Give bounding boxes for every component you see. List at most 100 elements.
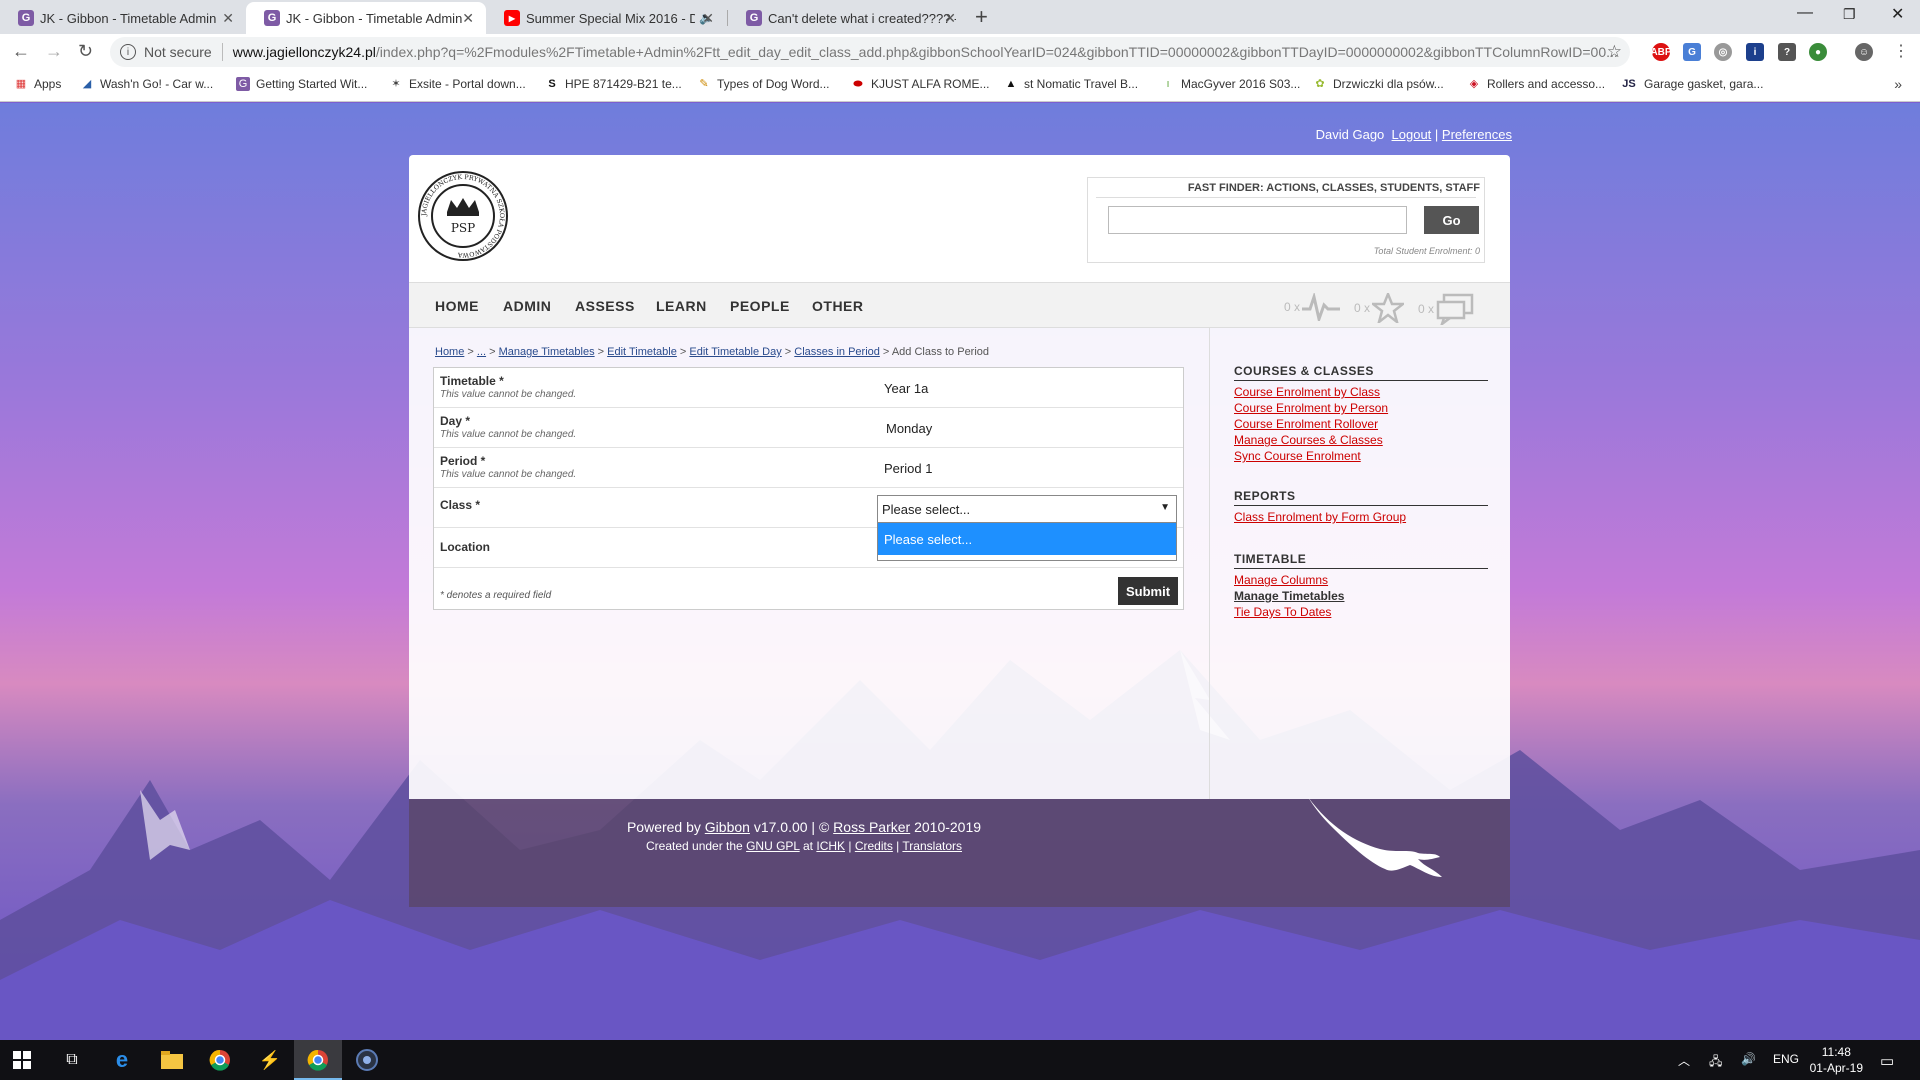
bookmark-item[interactable]: G Getting Started Wit... <box>236 77 367 91</box>
bookmarks-overflow-icon[interactable]: » <box>1894 76 1902 92</box>
school-logo[interactable]: JAGIELLONCZYK PRYWATNA SZKOŁA PODSTAWOWA… <box>417 170 509 262</box>
back-icon[interactable]: ← <box>12 41 30 62</box>
logout-link[interactable]: Logout <box>1392 127 1432 142</box>
translators-link[interactable]: Translators <box>902 839 962 853</box>
address-bar[interactable]: i Not secure www.jagiellonczyk24.pl /ind… <box>110 37 1630 67</box>
breadcrumb-edit-timetable-day[interactable]: Edit Timetable Day <box>689 346 781 358</box>
translate-icon[interactable]: G <box>1683 43 1701 61</box>
avatar[interactable]: ☺ <box>1855 43 1873 61</box>
alarm-notification[interactable]: 0 x <box>1284 293 1341 321</box>
chevron-up-icon[interactable]: ︿ <box>1678 1052 1690 1069</box>
minimize-icon[interactable]: — <box>1797 4 1813 22</box>
bookmark-item[interactable]: ✎ Types of Dog Word... <box>697 77 829 91</box>
diamond-icon: ◈ <box>1469 78 1479 90</box>
browser-tab-1[interactable]: G JK - Gibbon - Timetable Admin ✕ <box>0 2 246 34</box>
bookmark-item[interactable]: ◈ Rollers and accesso... <box>1467 77 1605 91</box>
camera-app-icon[interactable] <box>355 1048 379 1072</box>
breadcrumb-home[interactable]: Home <box>435 346 464 358</box>
info-icon[interactable]: i <box>120 44 136 60</box>
chrome-icon[interactable] <box>208 1048 232 1072</box>
volume-icon[interactable]: 🔊 <box>1741 1052 1756 1066</box>
bookmark-item[interactable]: ⬬ KJUST ALFA ROME... <box>851 77 989 91</box>
menu-people[interactable]: PEOPLE <box>730 298 790 314</box>
sidebar-link-sync-course-enrolment[interactable]: Sync Course Enrolment <box>1234 448 1488 464</box>
total-enrolment: Total Student Enrolment: 0 <box>1373 246 1480 256</box>
language-indicator[interactable]: ENG <box>1773 1052 1799 1066</box>
messages-notification[interactable]: 0 x <box>1418 293 1474 325</box>
bookmark-item[interactable]: ▦ Apps <box>14 77 62 91</box>
new-tab-icon[interactable]: + <box>975 4 988 30</box>
edge-icon[interactable]: e <box>110 1047 134 1072</box>
gibbon-link[interactable]: Gibbon <box>705 819 750 835</box>
globe-icon[interactable]: ● <box>1809 43 1827 61</box>
close-icon[interactable]: ✕ <box>462 10 474 27</box>
info-extension-icon[interactable]: i <box>1746 43 1764 61</box>
ichk-link[interactable]: ICHK <box>816 839 845 853</box>
bookmark-item[interactable]: ▲ st Nomatic Travel B... <box>1004 77 1138 91</box>
menu-learn[interactable]: LEARN <box>656 298 707 314</box>
bookmark-item[interactable]: ◢ Wash'n Go! - Car w... <box>80 77 213 91</box>
notification-center-icon[interactable]: ▭ <box>1880 1052 1894 1070</box>
period-desc: This value cannot be changed. <box>440 469 577 480</box>
bookmark-star-icon[interactable]: ☆ <box>1607 42 1622 62</box>
likes-notification[interactable]: 0 x <box>1354 293 1405 323</box>
bookmark-item[interactable]: S HPE 871429-B21 te... <box>545 77 681 91</box>
submit-button[interactable]: Submit <box>1118 577 1178 605</box>
close-icon[interactable]: ✕ <box>222 10 234 27</box>
sidebar-link-manage-columns[interactable]: Manage Columns <box>1234 572 1488 588</box>
app-icon[interactable]: ⚡ <box>258 1048 282 1072</box>
author-link[interactable]: Ross Parker <box>833 819 910 835</box>
sidebar-link-course-enrolment-by-class[interactable]: Course Enrolment by Class <box>1234 384 1488 400</box>
gibbon-favicon-icon: G <box>746 10 762 26</box>
sidebar-section-courses: COURSES & CLASSES Course Enrolment by Cl… <box>1234 364 1488 464</box>
breadcrumb-edit-timetable[interactable]: Edit Timetable <box>607 346 677 358</box>
sidebar-link-manage-courses-classes[interactable]: Manage Courses & Classes <box>1234 432 1488 448</box>
preferences-link[interactable]: Preferences <box>1442 127 1512 142</box>
class-select[interactable]: Please select... ▼ <box>877 495 1177 523</box>
reload-icon[interactable]: ↻ <box>78 41 93 62</box>
windows-start-icon[interactable] <box>10 1048 34 1072</box>
browser-tab-4[interactable]: G Can't delete what i created???? - ✕ <box>728 2 968 34</box>
sidebar-link-manage-timetables[interactable]: Manage Timetables <box>1234 588 1488 604</box>
sidebar-link-course-enrolment-by-person[interactable]: Course Enrolment by Person <box>1234 400 1488 416</box>
youtube-favicon-icon: ▶ <box>504 10 520 26</box>
bookmark-item[interactable]: ✶ Exsite - Portal down... <box>389 77 525 91</box>
menu-other[interactable]: OTHER <box>812 298 864 314</box>
sidebar-link-tie-days-to-dates[interactable]: Tie Days To Dates <box>1234 604 1488 620</box>
menu-assess[interactable]: ASSESS <box>575 298 635 314</box>
breadcrumb-ellipsis[interactable]: ... <box>477 346 486 358</box>
browser-tab-2[interactable]: G JK - Gibbon - Timetable Admin ✕ <box>246 2 486 34</box>
sidebar-link-course-enrolment-rollover[interactable]: Course Enrolment Rollover <box>1234 416 1488 432</box>
browser-tab-3[interactable]: ▶ Summer Special Mix 2016 - D 🔈 ✕ <box>486 2 726 34</box>
bookmark-item[interactable]: JS Garage gasket, gara... <box>1620 77 1763 91</box>
go-button[interactable]: Go <box>1424 206 1479 234</box>
close-icon[interactable]: ✕ <box>944 10 956 27</box>
fast-finder: FAST FINDER: ACTIONS, CLASSES, STUDENTS,… <box>1087 177 1485 263</box>
file-explorer-icon[interactable] <box>160 1048 184 1072</box>
browser-toolbar: ← → ↻ i Not secure www.jagiellonczyk24.p… <box>0 34 1920 70</box>
timetable-desc: This value cannot be changed. <box>440 389 577 400</box>
forward-icon[interactable]: → <box>45 41 63 62</box>
menu-dots-icon[interactable]: ⋮ <box>1893 41 1909 61</box>
bookmark-item[interactable]: ı MacGyver 2016 S03... <box>1161 77 1300 91</box>
task-view-icon[interactable]: ⧉ <box>60 1048 84 1072</box>
credits-link[interactable]: Credits <box>855 839 893 853</box>
gpl-link[interactable]: GNU GPL <box>746 839 800 853</box>
network-icon[interactable]: 🖧 <box>1709 1052 1722 1073</box>
breadcrumb-classes-in-period[interactable]: Classes in Period <box>794 346 880 358</box>
breadcrumb-manage-timetables[interactable]: Manage Timetables <box>499 346 595 358</box>
close-window-icon[interactable]: ✕ <box>1891 4 1904 24</box>
help-icon[interactable]: ? <box>1778 43 1796 61</box>
restore-icon[interactable]: ❐ <box>1843 6 1856 23</box>
extension-icon[interactable]: ◎ <box>1714 43 1732 61</box>
adblock-icon[interactable]: ABP <box>1650 43 1672 61</box>
bookmark-item[interactable]: ✿ Drzwiczki dla psów... <box>1313 77 1443 91</box>
clock[interactable]: 11:48 01-Apr-19 <box>1810 1044 1863 1076</box>
fast-finder-input[interactable] <box>1108 206 1407 234</box>
menu-home[interactable]: HOME <box>435 298 479 314</box>
class-option[interactable]: Please select... <box>878 523 1176 555</box>
close-icon[interactable]: ✕ <box>702 10 714 27</box>
menu-admin[interactable]: ADMIN <box>503 298 551 314</box>
sidebar-link-class-enrolment-by-form-group[interactable]: Class Enrolment by Form Group <box>1234 509 1488 525</box>
chrome-icon[interactable] <box>306 1048 330 1072</box>
